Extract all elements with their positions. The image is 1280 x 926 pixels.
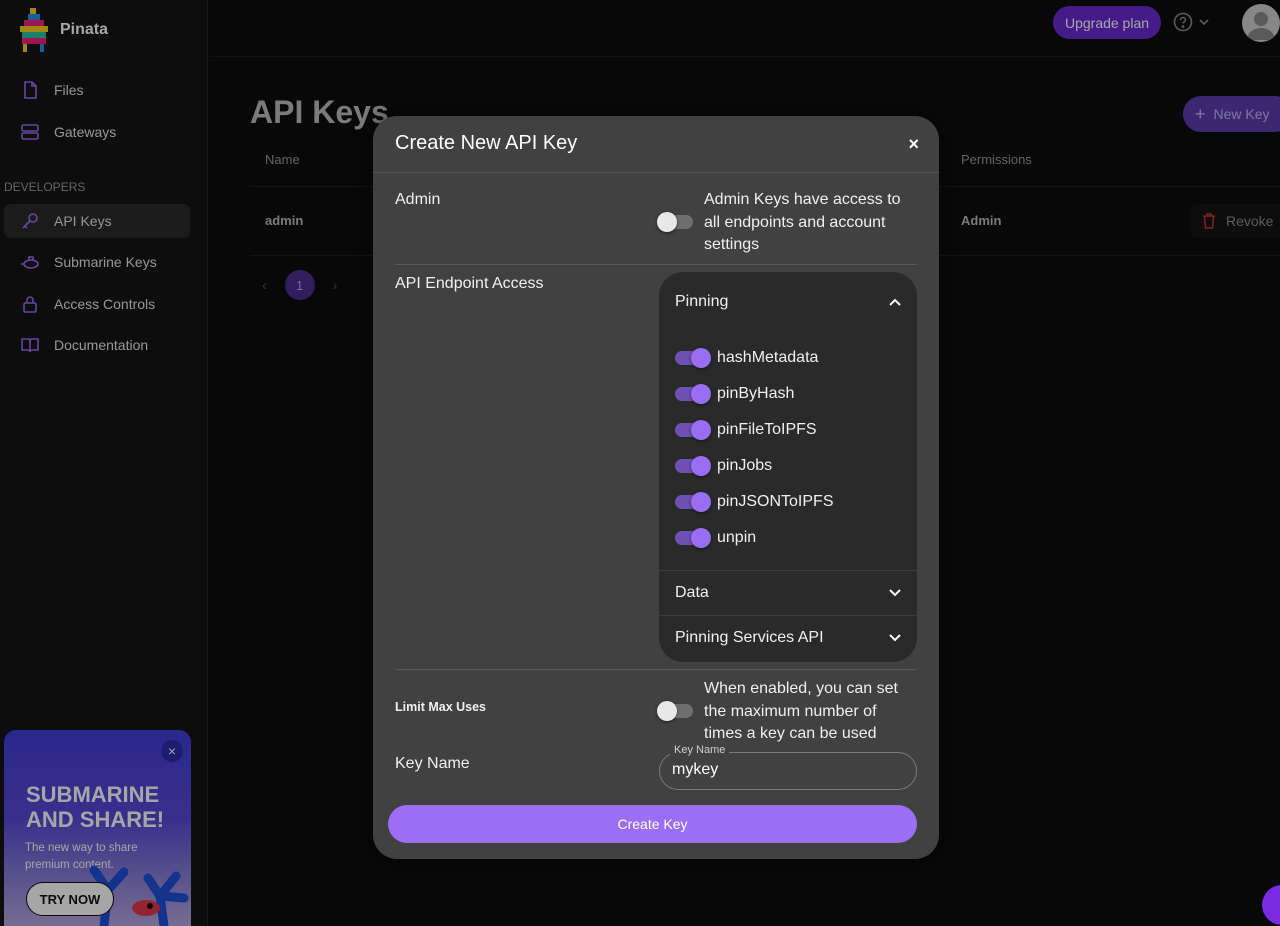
permission-label: pinJobs (717, 457, 773, 474)
permission-toggle[interactable] (675, 384, 711, 404)
permission-toggle[interactable] (675, 456, 711, 476)
permission-pinjobs[interactable]: pinJobs (675, 456, 772, 476)
permission-pinbyhash[interactable]: pinByHash (675, 384, 794, 404)
toggle-knob (657, 212, 677, 232)
key-name-input[interactable] (672, 761, 902, 779)
group-name: Pinning (675, 293, 729, 310)
group-name: Pinning Services API (675, 629, 824, 646)
toggle-knob (691, 456, 711, 476)
accordion-header-data[interactable]: Data (675, 571, 901, 615)
limit-max-uses-toggle[interactable] (657, 701, 693, 721)
divider (395, 264, 917, 265)
permission-pinfiletoipfs[interactable]: pinFileToIPFS (675, 420, 817, 440)
modal-close-button[interactable]: × (908, 134, 919, 155)
create-api-key-modal: Create New API Key × Admin Admin Keys ha… (373, 116, 939, 859)
chevron-down-icon (889, 634, 901, 642)
admin-description: Admin Keys have access to all endpoints … (704, 191, 901, 253)
admin-label: Admin (395, 191, 441, 208)
permission-toggle[interactable] (675, 348, 711, 368)
key-name-field[interactable]: Key Name (659, 744, 917, 790)
endpoint-access-label: API Endpoint Access (395, 275, 544, 292)
divider (395, 669, 917, 670)
permission-toggle[interactable] (675, 420, 711, 440)
create-key-button[interactable]: Create Key (388, 805, 917, 843)
modal-header-divider (373, 172, 939, 173)
toggle-knob (691, 384, 711, 404)
accordion-header-pinning-services[interactable]: Pinning Services API (675, 616, 901, 660)
toggle-knob (691, 492, 711, 512)
permission-toggle[interactable] (675, 528, 711, 548)
modal-title: Create New API Key (395, 132, 578, 154)
key-name-legend: Key Name (670, 744, 730, 756)
toggle-knob (691, 528, 711, 548)
endpoint-accordion: Pinning hashMetadata pinByHash pinFileTo… (659, 272, 917, 662)
toggle-knob (691, 348, 711, 368)
chevron-up-icon (889, 298, 901, 306)
limit-max-uses-label: Limit Max Uses (395, 700, 487, 714)
admin-toggle[interactable] (657, 212, 693, 232)
permission-toggle[interactable] (675, 492, 711, 512)
permission-label: pinJSONToIPFS (717, 493, 834, 510)
permission-label: pinFileToIPFS (717, 421, 817, 438)
limit-max-uses-description: When enabled, you can set the maximum nu… (704, 680, 898, 742)
accordion-header-pinning[interactable]: Pinning (675, 280, 901, 324)
permission-label: unpin (717, 529, 757, 546)
group-name: Data (675, 584, 709, 601)
permission-pinjsontoipfs[interactable]: pinJSONToIPFS (675, 492, 833, 512)
permission-label: pinByHash (717, 385, 795, 402)
chevron-down-icon (889, 589, 901, 597)
permission-label: hashMetadata (717, 349, 819, 366)
toggle-knob (657, 701, 677, 721)
permission-hashmetadata[interactable]: hashMetadata (675, 348, 818, 368)
key-name-label: Key Name (395, 755, 470, 772)
permission-unpin[interactable]: unpin (675, 528, 756, 548)
toggle-knob (691, 420, 711, 440)
